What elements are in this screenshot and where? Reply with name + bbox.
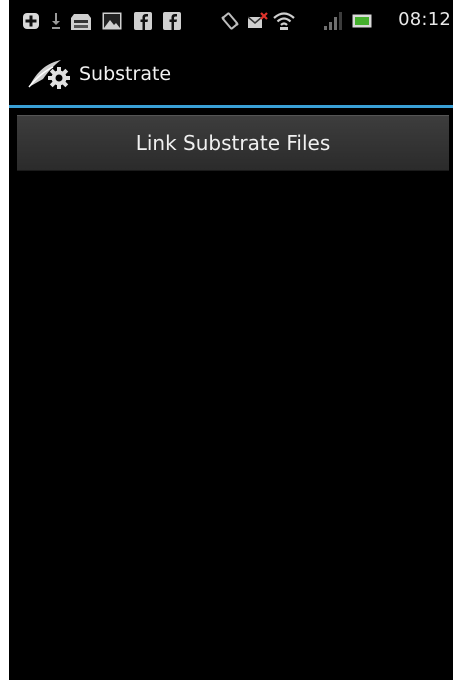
app-screen: 08:12 Substrate Link Substrate Files (9, 0, 453, 680)
battery-icon (351, 11, 373, 31)
facebook-icon (162, 11, 182, 31)
vibrate-icon (219, 11, 241, 31)
status-clock: 08:12 (398, 9, 451, 30)
wifi-icon (272, 11, 296, 31)
mail-error-icon (247, 11, 269, 31)
image-icon (101, 11, 123, 31)
action-bar: Substrate (9, 43, 453, 105)
link-substrate-files-button[interactable]: Link Substrate Files (17, 115, 449, 171)
download-icon (50, 11, 62, 31)
sd-card-icon (69, 11, 93, 31)
action-bar-divider (9, 105, 453, 108)
app-logo-icon (27, 57, 73, 91)
app-title: Substrate (79, 63, 172, 85)
signal-icon (322, 11, 344, 31)
plus-icon (21, 11, 41, 31)
status-bar: 08:12 (9, 0, 453, 43)
facebook-icon (133, 11, 153, 31)
